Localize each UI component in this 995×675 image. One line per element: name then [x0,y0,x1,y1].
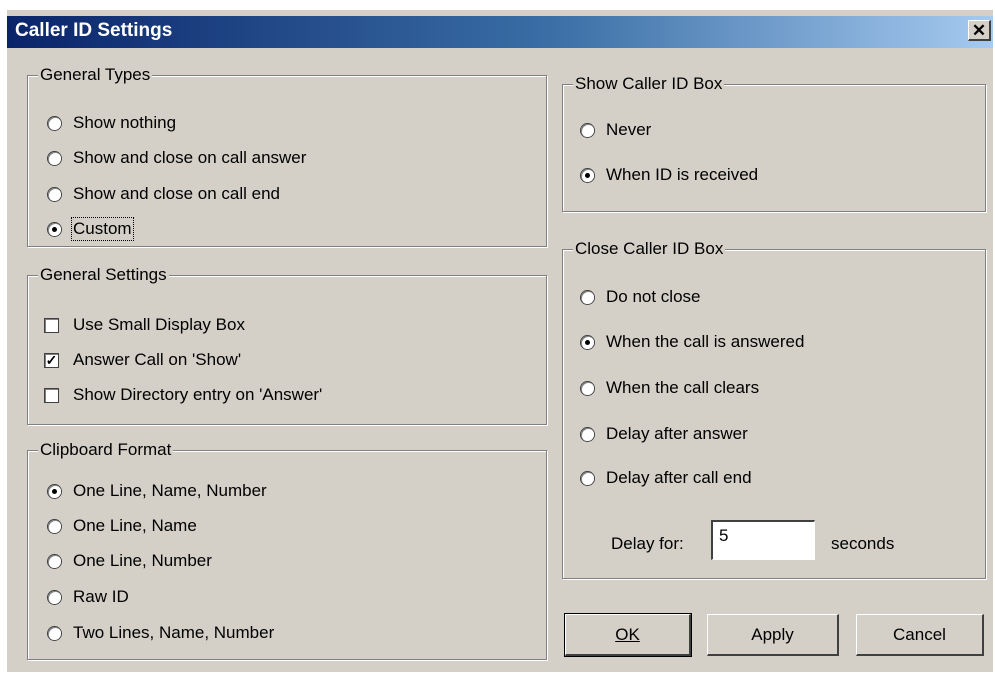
option-label: Delay after call end [606,468,752,487]
radio-one-line-name[interactable]: One Line, Name [48,514,197,538]
radio-icon[interactable] [48,116,61,130]
cancel-button[interactable]: Cancel [856,614,984,656]
radio-icon[interactable] [581,123,594,137]
option-label: Raw ID [73,587,129,606]
apply-button-label: Apply [751,624,794,644]
option-label: Show and close on call end [73,184,280,203]
general-types-legend: General Types [38,65,153,85]
checkbox-directory-entry[interactable]: Show Directory entry on 'Answer' [44,383,322,407]
radio-delay-after-answer[interactable]: Delay after answer [581,422,748,446]
radio-show-nothing[interactable]: Show nothing [48,111,176,135]
general-settings-group: General Settings Use Small Display Box ✓… [27,265,547,425]
checkbox-icon[interactable] [44,317,59,333]
radio-two-lines[interactable]: Two Lines, Name, Number [48,621,274,645]
general-settings-legend: General Settings [38,265,169,285]
radio-delay-after-end[interactable]: Delay after call end [581,466,752,490]
radio-one-line-name-number[interactable]: One Line, Name, Number [48,479,267,503]
radio-show-close-end[interactable]: Show and close on call end [48,182,280,206]
radio-icon[interactable] [581,471,594,485]
title-bar[interactable]: Caller ID Settings ✕ [7,16,993,48]
close-caller-id-group: Close Caller ID Box Do not close When th… [562,239,986,579]
option-label: Do not close [606,287,701,306]
radio-icon[interactable] [48,151,61,165]
radio-icon[interactable] [581,427,594,441]
general-types-group: General Types Show nothing Show and clos… [27,65,547,247]
radio-icon[interactable] [581,290,594,304]
apply-button[interactable]: Apply [707,614,839,656]
show-caller-id-legend: Show Caller ID Box [573,74,725,94]
close-caller-id-legend: Close Caller ID Box [573,239,726,259]
radio-one-line-number[interactable]: One Line, Number [48,549,212,573]
checkbox-answer-on-show[interactable]: ✓ Answer Call on 'Show' [44,348,241,372]
checkbox-icon[interactable]: ✓ [44,352,59,368]
option-label: When the call is answered [606,332,805,351]
option-label: Show Directory entry on 'Answer' [73,385,323,404]
radio-when-clears[interactable]: When the call clears [581,376,759,400]
clipboard-format-group: Clipboard Format One Line, Name, Number … [27,440,547,660]
checkbox-icon[interactable] [44,387,59,403]
option-label: Custom [71,217,134,241]
radio-icon[interactable] [581,335,594,349]
option-label: Show nothing [73,113,177,132]
option-label: Answer Call on 'Show' [73,350,242,369]
option-label: One Line, Name, Number [73,481,267,500]
close-icon[interactable]: ✕ [968,20,991,41]
radio-icon[interactable] [48,187,61,201]
delay-label: Delay for: [611,534,684,553]
radio-icon[interactable] [48,484,61,498]
window-title: Caller ID Settings [15,20,173,41]
radio-icon[interactable] [48,554,61,568]
ok-button-label: OK [615,624,640,644]
option-label: Show and close on call answer [73,148,307,167]
radio-icon[interactable] [48,519,61,533]
delay-input[interactable]: 5 [711,520,815,560]
option-label: Never [606,120,652,139]
radio-icon[interactable] [48,222,61,236]
option-label: When the call clears [606,378,760,397]
option-label: Use Small Display Box [73,315,245,334]
show-caller-id-group: Show Caller ID Box Never When ID is rece… [562,74,986,212]
ok-button[interactable]: OK [564,613,692,657]
radio-icon[interactable] [581,381,594,395]
option-label: Delay after answer [606,424,748,443]
checkbox-small-display[interactable]: Use Small Display Box [44,313,245,337]
radio-icon[interactable] [48,626,61,640]
option-label: Two Lines, Name, Number [73,623,275,642]
radio-custom[interactable]: Custom [48,217,134,241]
radio-icon[interactable] [48,590,61,604]
option-label: One Line, Name [73,516,197,535]
radio-do-not-close[interactable]: Do not close [581,285,701,309]
option-label: When ID is received [606,165,759,184]
radio-show-close-answer[interactable]: Show and close on call answer [48,146,306,170]
option-label: One Line, Number [73,551,212,570]
radio-when-answered[interactable]: When the call is answered [581,330,804,354]
radio-icon[interactable] [581,168,594,182]
radio-never[interactable]: Never [581,118,651,142]
clipboard-format-legend: Clipboard Format [38,440,174,460]
radio-raw-id[interactable]: Raw ID [48,585,129,609]
radio-when-id-received[interactable]: When ID is received [581,163,758,187]
cancel-button-label: Cancel [893,624,946,644]
delay-unit-label: seconds [831,534,895,553]
